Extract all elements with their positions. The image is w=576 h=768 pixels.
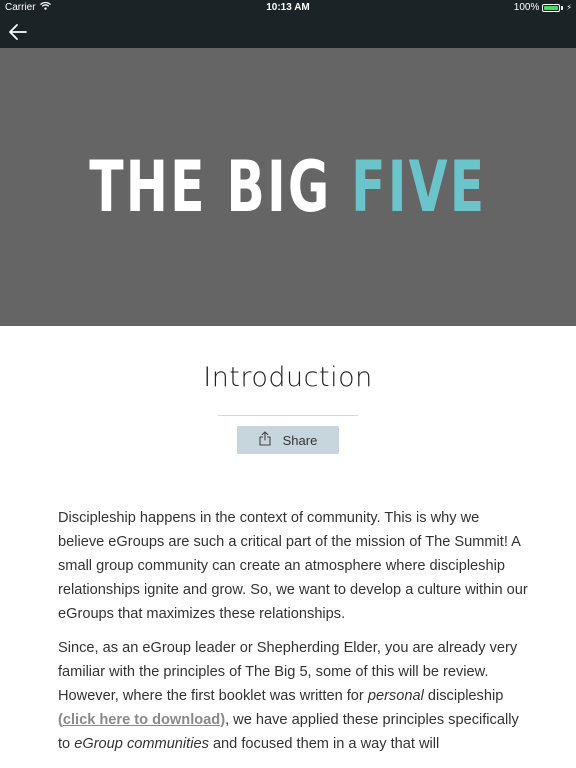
status-bar: Carrier 10:13 AM 100% ⚡ bbox=[0, 0, 576, 16]
hero-title-main: THE BIG bbox=[89, 146, 352, 228]
battery-tip bbox=[561, 6, 564, 10]
hero-title-accent: FIVE bbox=[351, 146, 487, 228]
battery-percent: 100% bbox=[513, 2, 540, 13]
nav-bar bbox=[0, 16, 576, 48]
back-arrow-icon[interactable] bbox=[6, 20, 30, 44]
paragraph-2: Since, as an eGroup leader or Shepherdin… bbox=[58, 636, 528, 756]
share-label: Share bbox=[282, 432, 318, 448]
article-body: Discipleship happens in the context of c… bbox=[58, 506, 528, 766]
battery-icon bbox=[542, 4, 561, 12]
share-button[interactable]: Share bbox=[237, 426, 339, 454]
share-icon bbox=[259, 431, 271, 449]
hero-banner: THE BIG FIVE bbox=[0, 48, 576, 326]
p2-text-4: and focused them in a way that will bbox=[208, 736, 440, 752]
p2-text-2: discipleship bbox=[423, 688, 504, 704]
battery-fill bbox=[544, 6, 559, 10]
download-link[interactable]: click here to download bbox=[63, 712, 220, 728]
p2-emphasis-egroup: eGroup communities bbox=[74, 736, 209, 752]
content: Introduction Share bbox=[0, 326, 576, 454]
clock: 10:13 AM bbox=[266, 2, 310, 13]
paragraph-1: Discipleship happens in the context of c… bbox=[58, 510, 528, 622]
hero-logo-title: THE BIG FIVE bbox=[89, 146, 486, 228]
title-divider bbox=[218, 415, 358, 416]
status-right: 100% ⚡ bbox=[514, 0, 572, 16]
page-title: Introduction bbox=[203, 362, 373, 393]
charging-bolt-icon: ⚡ bbox=[566, 3, 572, 12]
p2-emphasis-personal: personal bbox=[367, 688, 424, 704]
